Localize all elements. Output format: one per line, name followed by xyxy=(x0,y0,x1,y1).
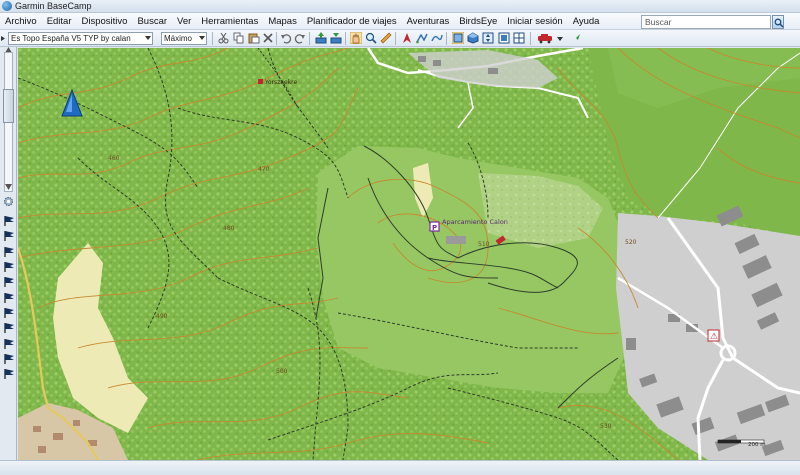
scale-label: 200 m xyxy=(748,442,766,448)
search-icon xyxy=(774,18,784,28)
map-product-select[interactable]: Es Topo España V5 TYP by calan xyxy=(8,32,153,45)
place-marker[interactable] xyxy=(258,79,263,84)
flag-icon[interactable] xyxy=(3,246,15,258)
menu-planificador[interactable]: Planificador de viajes xyxy=(302,13,402,30)
parking-label: Aparcamiento Calon xyxy=(442,218,508,226)
basecamp-app-icon xyxy=(2,1,12,11)
clearing-area xyxy=(316,146,628,393)
flag-icon[interactable] xyxy=(3,261,15,273)
toolbar-separator xyxy=(309,32,310,45)
building xyxy=(33,426,41,432)
search-input[interactable]: Buscar xyxy=(641,15,771,29)
menu-buscar[interactable]: Buscar xyxy=(132,13,172,30)
menu-herramientas[interactable]: Herramientas xyxy=(196,13,263,30)
menu-bar: Archivo Editar Dispositivo Buscar Ver He… xyxy=(0,13,800,30)
toolbar-separator xyxy=(395,32,396,45)
contour-label: 470 xyxy=(258,166,270,173)
new-track-icon[interactable] xyxy=(431,32,443,44)
chevron-down-icon[interactable] xyxy=(5,184,12,190)
flag-icon[interactable] xyxy=(3,230,15,242)
flag-icon[interactable] xyxy=(3,338,15,350)
grid-view-icon[interactable] xyxy=(513,32,525,44)
status-bar xyxy=(0,460,800,475)
zoom-slider-thumb[interactable] xyxy=(3,89,14,123)
menu-editar[interactable]: Editar xyxy=(42,13,77,30)
building xyxy=(488,68,498,74)
chevron-down-icon[interactable] xyxy=(557,37,563,41)
toolbar-separator xyxy=(276,32,277,45)
flag-icon[interactable] xyxy=(3,307,15,319)
menu-items: Archivo Editar Dispositivo Buscar Ver He… xyxy=(0,13,604,30)
building xyxy=(418,56,426,62)
cut-icon[interactable] xyxy=(218,32,230,44)
toolbar-separator xyxy=(530,32,531,45)
menu-ayuda[interactable]: Ayuda xyxy=(568,13,605,30)
menu-iniciar-sesion[interactable]: Iniciar sesión xyxy=(502,13,567,30)
map-product-value: Es Topo España V5 TYP by calan xyxy=(11,34,131,43)
paste-icon[interactable] xyxy=(248,32,260,44)
map-canvas[interactable]: ⚠ 460 470 480 490 500 510 520 530 Yorsza… xyxy=(18,48,800,460)
3d-view-icon[interactable] xyxy=(467,32,479,44)
toolbar: Es Topo España V5 TYP by calan Máximo xyxy=(0,30,800,47)
window-title: Garmin BaseCamp xyxy=(15,1,92,11)
undo-icon[interactable] xyxy=(280,32,292,44)
flag-icon[interactable] xyxy=(3,322,15,334)
fit-view-icon[interactable] xyxy=(498,32,510,44)
copy-icon[interactable] xyxy=(233,32,245,44)
left-panel xyxy=(0,47,17,460)
recalculate-route-icon[interactable] xyxy=(570,32,582,44)
toolbar-separator xyxy=(212,32,213,45)
toolbar-grip-icon xyxy=(1,36,5,41)
pan-view-icon[interactable] xyxy=(482,32,494,44)
building xyxy=(73,420,80,426)
redo-icon[interactable] xyxy=(294,32,306,44)
menu-mapas[interactable]: Mapas xyxy=(263,13,302,30)
activity-profile-car-icon[interactable] xyxy=(537,32,555,44)
2d-view-icon[interactable] xyxy=(452,32,464,44)
chevron-down-icon xyxy=(145,36,151,40)
gear-icon[interactable] xyxy=(3,196,14,207)
hand-pan-icon[interactable] xyxy=(350,32,362,44)
measure-icon[interactable] xyxy=(380,32,392,44)
building xyxy=(446,236,466,244)
search-button[interactable] xyxy=(772,15,784,29)
building xyxy=(433,60,441,66)
place-label: Yorszaekre xyxy=(264,79,297,86)
toolbar-separator xyxy=(345,32,346,45)
contour-label: 500 xyxy=(276,368,288,375)
contour-label: 520 xyxy=(625,239,637,246)
toolbar-separator xyxy=(446,32,447,45)
contour-label: 480 xyxy=(223,225,235,232)
flag-icon[interactable] xyxy=(3,353,15,365)
new-waypoint-icon[interactable] xyxy=(401,32,413,44)
flag-icon[interactable] xyxy=(3,215,15,227)
detail-level-value: Máximo xyxy=(164,34,193,43)
menu-aventuras[interactable]: Aventuras xyxy=(402,13,455,30)
contour-label: 490 xyxy=(156,313,168,320)
flag-icon[interactable] xyxy=(3,276,15,288)
building xyxy=(38,446,46,453)
detail-level-select[interactable]: Máximo xyxy=(161,32,207,45)
map-view[interactable]: ⚠ 460 470 480 490 500 510 520 530 Yorsza… xyxy=(18,48,800,460)
chevron-down-icon xyxy=(199,36,205,40)
building xyxy=(53,433,63,440)
flag-icon[interactable] xyxy=(3,292,15,304)
new-route-icon[interactable] xyxy=(416,32,428,44)
menu-ver[interactable]: Ver xyxy=(172,13,196,30)
menu-archivo[interactable]: Archivo xyxy=(0,13,42,30)
contour-label: 530 xyxy=(600,423,612,430)
receive-from-device-icon[interactable] xyxy=(315,32,327,44)
delete-icon[interactable] xyxy=(262,32,274,44)
menu-birdseye[interactable]: BirdsEye xyxy=(454,13,502,30)
menu-dispositivo[interactable]: Dispositivo xyxy=(77,13,133,30)
title-bar: Garmin BaseCamp xyxy=(0,0,800,13)
parking-icon-glyph: P xyxy=(432,224,437,232)
poi-marker-glyph: ⚠ xyxy=(710,332,718,342)
send-to-device-icon[interactable] xyxy=(330,32,342,44)
zoom-icon[interactable] xyxy=(365,32,377,44)
flag-icon[interactable] xyxy=(3,368,15,380)
contour-label: 460 xyxy=(108,155,120,162)
